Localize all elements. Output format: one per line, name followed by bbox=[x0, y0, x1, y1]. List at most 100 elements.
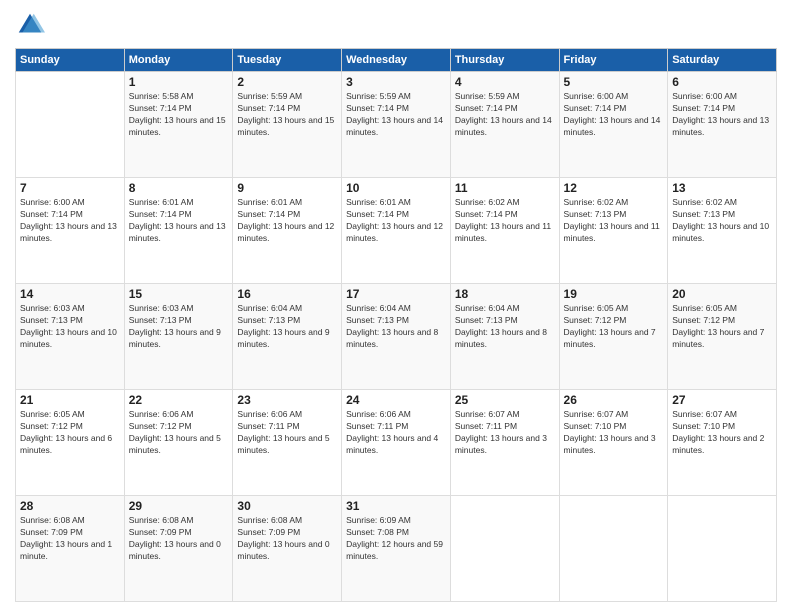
cell-2-2: 16 Sunrise: 6:04 AMSunset: 7:13 PMDaylig… bbox=[233, 284, 342, 390]
day-number: 16 bbox=[237, 287, 337, 301]
day-number: 1 bbox=[129, 75, 229, 89]
day-number: 15 bbox=[129, 287, 229, 301]
cell-2-3: 17 Sunrise: 6:04 AMSunset: 7:13 PMDaylig… bbox=[342, 284, 451, 390]
cell-4-5 bbox=[559, 496, 668, 602]
week-row-5: 28 Sunrise: 6:08 AMSunset: 7:09 PMDaylig… bbox=[16, 496, 777, 602]
day-number: 13 bbox=[672, 181, 772, 195]
header-thursday: Thursday bbox=[450, 49, 559, 72]
cell-0-5: 5 Sunrise: 6:00 AMSunset: 7:14 PMDayligh… bbox=[559, 72, 668, 178]
cell-3-5: 26 Sunrise: 6:07 AMSunset: 7:10 PMDaylig… bbox=[559, 390, 668, 496]
cell-1-1: 8 Sunrise: 6:01 AMSunset: 7:14 PMDayligh… bbox=[124, 178, 233, 284]
day-info: Sunrise: 6:03 AMSunset: 7:13 PMDaylight:… bbox=[129, 303, 229, 351]
page: SundayMondayTuesdayWednesdayThursdayFrid… bbox=[0, 0, 792, 612]
cell-0-0 bbox=[16, 72, 125, 178]
cell-0-6: 6 Sunrise: 6:00 AMSunset: 7:14 PMDayligh… bbox=[668, 72, 777, 178]
week-row-2: 7 Sunrise: 6:00 AMSunset: 7:14 PMDayligh… bbox=[16, 178, 777, 284]
day-info: Sunrise: 6:00 AMSunset: 7:14 PMDaylight:… bbox=[20, 197, 120, 245]
cell-3-3: 24 Sunrise: 6:06 AMSunset: 7:11 PMDaylig… bbox=[342, 390, 451, 496]
cell-1-3: 10 Sunrise: 6:01 AMSunset: 7:14 PMDaylig… bbox=[342, 178, 451, 284]
cell-2-6: 20 Sunrise: 6:05 AMSunset: 7:12 PMDaylig… bbox=[668, 284, 777, 390]
day-info: Sunrise: 6:07 AMSunset: 7:10 PMDaylight:… bbox=[564, 409, 664, 457]
day-info: Sunrise: 6:05 AMSunset: 7:12 PMDaylight:… bbox=[564, 303, 664, 351]
day-number: 29 bbox=[129, 499, 229, 513]
day-number: 27 bbox=[672, 393, 772, 407]
day-number: 2 bbox=[237, 75, 337, 89]
day-info: Sunrise: 6:02 AMSunset: 7:13 PMDaylight:… bbox=[564, 197, 664, 245]
cell-1-5: 12 Sunrise: 6:02 AMSunset: 7:13 PMDaylig… bbox=[559, 178, 668, 284]
cell-0-3: 3 Sunrise: 5:59 AMSunset: 7:14 PMDayligh… bbox=[342, 72, 451, 178]
day-info: Sunrise: 6:06 AMSunset: 7:12 PMDaylight:… bbox=[129, 409, 229, 457]
day-info: Sunrise: 5:59 AMSunset: 7:14 PMDaylight:… bbox=[346, 91, 446, 139]
cell-0-1: 1 Sunrise: 5:58 AMSunset: 7:14 PMDayligh… bbox=[124, 72, 233, 178]
cell-4-4 bbox=[450, 496, 559, 602]
day-info: Sunrise: 6:05 AMSunset: 7:12 PMDaylight:… bbox=[20, 409, 120, 457]
header-wednesday: Wednesday bbox=[342, 49, 451, 72]
day-number: 3 bbox=[346, 75, 446, 89]
cell-4-1: 29 Sunrise: 6:08 AMSunset: 7:09 PMDaylig… bbox=[124, 496, 233, 602]
day-info: Sunrise: 6:01 AMSunset: 7:14 PMDaylight:… bbox=[346, 197, 446, 245]
cell-3-4: 25 Sunrise: 6:07 AMSunset: 7:11 PMDaylig… bbox=[450, 390, 559, 496]
day-info: Sunrise: 6:08 AMSunset: 7:09 PMDaylight:… bbox=[129, 515, 229, 563]
day-number: 22 bbox=[129, 393, 229, 407]
day-number: 23 bbox=[237, 393, 337, 407]
calendar-table: SundayMondayTuesdayWednesdayThursdayFrid… bbox=[15, 48, 777, 602]
day-info: Sunrise: 6:05 AMSunset: 7:12 PMDaylight:… bbox=[672, 303, 772, 351]
cell-1-4: 11 Sunrise: 6:02 AMSunset: 7:14 PMDaylig… bbox=[450, 178, 559, 284]
day-number: 18 bbox=[455, 287, 555, 301]
day-number: 7 bbox=[20, 181, 120, 195]
day-info: Sunrise: 6:02 AMSunset: 7:13 PMDaylight:… bbox=[672, 197, 772, 245]
logo bbox=[15, 10, 49, 40]
day-info: Sunrise: 6:09 AMSunset: 7:08 PMDaylight:… bbox=[346, 515, 446, 563]
cell-4-3: 31 Sunrise: 6:09 AMSunset: 7:08 PMDaylig… bbox=[342, 496, 451, 602]
cell-1-6: 13 Sunrise: 6:02 AMSunset: 7:13 PMDaylig… bbox=[668, 178, 777, 284]
header-tuesday: Tuesday bbox=[233, 49, 342, 72]
cell-3-6: 27 Sunrise: 6:07 AMSunset: 7:10 PMDaylig… bbox=[668, 390, 777, 496]
day-number: 11 bbox=[455, 181, 555, 195]
cell-3-1: 22 Sunrise: 6:06 AMSunset: 7:12 PMDaylig… bbox=[124, 390, 233, 496]
day-number: 10 bbox=[346, 181, 446, 195]
week-row-1: 1 Sunrise: 5:58 AMSunset: 7:14 PMDayligh… bbox=[16, 72, 777, 178]
cell-0-2: 2 Sunrise: 5:59 AMSunset: 7:14 PMDayligh… bbox=[233, 72, 342, 178]
day-info: Sunrise: 6:04 AMSunset: 7:13 PMDaylight:… bbox=[455, 303, 555, 351]
day-info: Sunrise: 6:01 AMSunset: 7:14 PMDaylight:… bbox=[237, 197, 337, 245]
day-number: 31 bbox=[346, 499, 446, 513]
day-number: 19 bbox=[564, 287, 664, 301]
day-info: Sunrise: 6:04 AMSunset: 7:13 PMDaylight:… bbox=[346, 303, 446, 351]
day-info: Sunrise: 5:59 AMSunset: 7:14 PMDaylight:… bbox=[455, 91, 555, 139]
header-friday: Friday bbox=[559, 49, 668, 72]
week-row-4: 21 Sunrise: 6:05 AMSunset: 7:12 PMDaylig… bbox=[16, 390, 777, 496]
header-row: SundayMondayTuesdayWednesdayThursdayFrid… bbox=[16, 49, 777, 72]
cell-2-0: 14 Sunrise: 6:03 AMSunset: 7:13 PMDaylig… bbox=[16, 284, 125, 390]
day-number: 30 bbox=[237, 499, 337, 513]
day-info: Sunrise: 5:59 AMSunset: 7:14 PMDaylight:… bbox=[237, 91, 337, 139]
day-info: Sunrise: 6:03 AMSunset: 7:13 PMDaylight:… bbox=[20, 303, 120, 351]
cell-4-0: 28 Sunrise: 6:08 AMSunset: 7:09 PMDaylig… bbox=[16, 496, 125, 602]
cell-3-2: 23 Sunrise: 6:06 AMSunset: 7:11 PMDaylig… bbox=[233, 390, 342, 496]
day-info: Sunrise: 6:02 AMSunset: 7:14 PMDaylight:… bbox=[455, 197, 555, 245]
day-number: 12 bbox=[564, 181, 664, 195]
header bbox=[15, 10, 777, 40]
day-info: Sunrise: 6:00 AMSunset: 7:14 PMDaylight:… bbox=[672, 91, 772, 139]
header-saturday: Saturday bbox=[668, 49, 777, 72]
cell-3-0: 21 Sunrise: 6:05 AMSunset: 7:12 PMDaylig… bbox=[16, 390, 125, 496]
cell-0-4: 4 Sunrise: 5:59 AMSunset: 7:14 PMDayligh… bbox=[450, 72, 559, 178]
day-number: 4 bbox=[455, 75, 555, 89]
day-number: 24 bbox=[346, 393, 446, 407]
cell-2-5: 19 Sunrise: 6:05 AMSunset: 7:12 PMDaylig… bbox=[559, 284, 668, 390]
day-number: 5 bbox=[564, 75, 664, 89]
day-number: 28 bbox=[20, 499, 120, 513]
day-info: Sunrise: 6:08 AMSunset: 7:09 PMDaylight:… bbox=[237, 515, 337, 563]
header-sunday: Sunday bbox=[16, 49, 125, 72]
day-info: Sunrise: 6:00 AMSunset: 7:14 PMDaylight:… bbox=[564, 91, 664, 139]
day-info: Sunrise: 6:01 AMSunset: 7:14 PMDaylight:… bbox=[129, 197, 229, 245]
week-row-3: 14 Sunrise: 6:03 AMSunset: 7:13 PMDaylig… bbox=[16, 284, 777, 390]
day-info: Sunrise: 6:07 AMSunset: 7:11 PMDaylight:… bbox=[455, 409, 555, 457]
cell-4-2: 30 Sunrise: 6:08 AMSunset: 7:09 PMDaylig… bbox=[233, 496, 342, 602]
cell-4-6 bbox=[668, 496, 777, 602]
day-number: 9 bbox=[237, 181, 337, 195]
cell-2-4: 18 Sunrise: 6:04 AMSunset: 7:13 PMDaylig… bbox=[450, 284, 559, 390]
logo-icon bbox=[15, 10, 45, 40]
day-number: 17 bbox=[346, 287, 446, 301]
header-monday: Monday bbox=[124, 49, 233, 72]
day-number: 14 bbox=[20, 287, 120, 301]
